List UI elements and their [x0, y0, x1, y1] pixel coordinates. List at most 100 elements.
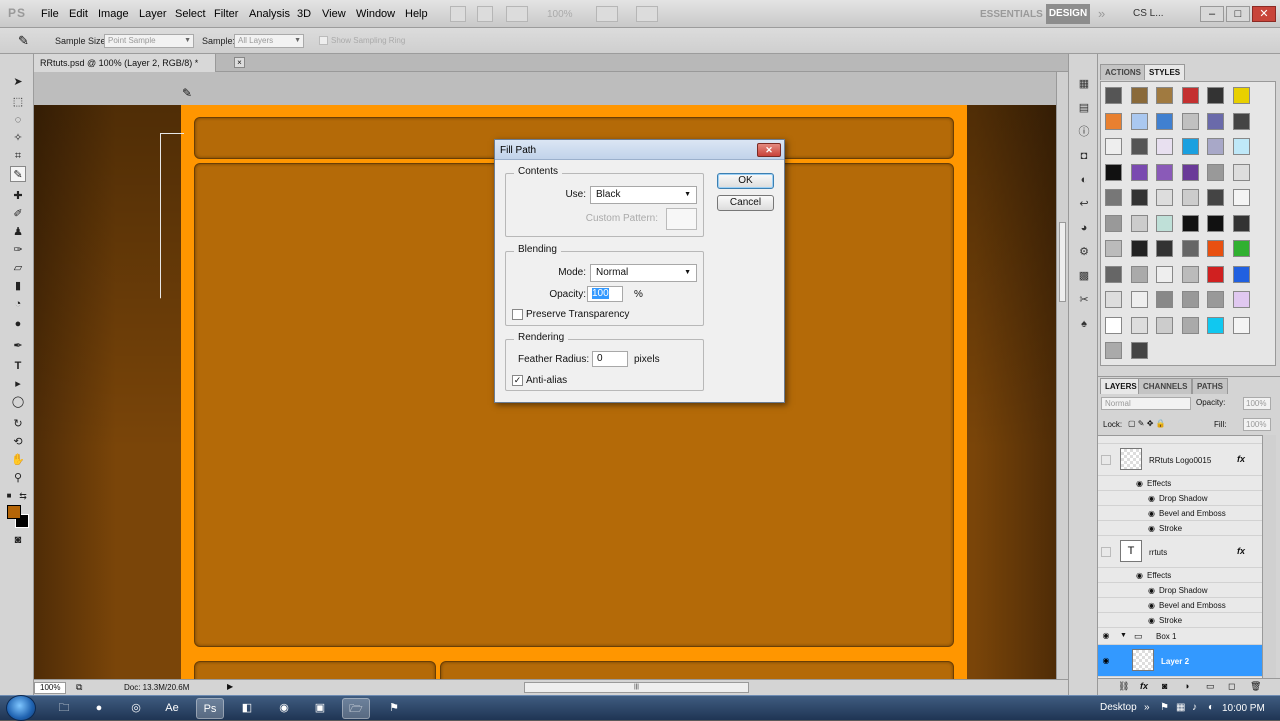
healing-brush-tool-icon[interactable]: ✚ — [10, 188, 26, 204]
delete-layer-icon[interactable]: 🗑 — [1250, 681, 1261, 692]
style-swatch[interactable] — [1130, 163, 1148, 181]
vertical-scroll-thumb[interactable] — [1059, 222, 1066, 302]
arrange-documents-icon[interactable] — [596, 6, 618, 22]
eye-icon[interactable]: ◉ — [1148, 509, 1155, 518]
desktop-toolbar-label[interactable]: Desktop — [1100, 702, 1137, 713]
style-swatch[interactable] — [1156, 265, 1173, 283]
visibility-toggle[interactable] — [1101, 547, 1111, 557]
style-swatch[interactable] — [1156, 214, 1173, 232]
add-style-icon[interactable]: fx — [1140, 681, 1148, 691]
start-button[interactable] — [6, 695, 36, 721]
style-swatch[interactable] — [1130, 87, 1148, 104]
tool-presets-icon[interactable]: ⚙ — [1076, 244, 1092, 260]
style-swatch[interactable] — [1232, 240, 1250, 257]
media-icon[interactable]: ◉ — [270, 698, 298, 719]
menu-image[interactable]: Image — [98, 8, 129, 20]
dodge-tool-icon[interactable]: ● — [10, 316, 26, 332]
foreground-color-swatch[interactable] — [7, 505, 21, 519]
dialog-titlebar[interactable]: Fill Path ✕ — [495, 140, 784, 160]
style-swatch[interactable] — [1130, 112, 1148, 130]
menu-edit[interactable]: Edit — [69, 8, 88, 20]
style-swatch[interactable] — [1105, 189, 1122, 206]
eyedropper-tool-icon[interactable]: ✎ — [10, 166, 26, 182]
style-swatch[interactable] — [1105, 87, 1122, 104]
swap-colors-icon[interactable]: ⇆ — [18, 488, 28, 504]
lock-icons[interactable]: ▢ ✎ ✥ 🔒 — [1128, 419, 1166, 428]
cancel-button[interactable]: Cancel — [717, 195, 774, 211]
style-swatch[interactable] — [1232, 112, 1250, 130]
style-swatch[interactable] — [1130, 265, 1148, 283]
effect-row[interactable]: ◉ Drop Shadow — [1098, 491, 1262, 506]
eye-icon[interactable]: ◉ — [1148, 524, 1155, 533]
tab-actions[interactable]: ACTIONS — [1100, 64, 1146, 80]
menu-help[interactable]: Help — [405, 8, 428, 20]
bridge-icon[interactable] — [450, 6, 466, 22]
use-select[interactable]: Black ▼ — [590, 186, 697, 204]
zoom-field[interactable]: 100% — [34, 682, 66, 694]
layers-scrollbar[interactable] — [1262, 435, 1276, 678]
style-swatch[interactable] — [1105, 138, 1122, 155]
style-swatch[interactable] — [1181, 316, 1199, 334]
color-icon[interactable]: ◕ — [1076, 220, 1092, 236]
style-swatch[interactable] — [1207, 316, 1224, 334]
new-group-icon[interactable]: ▭ — [1206, 681, 1215, 692]
effect-row[interactable]: ◉ Bevel and Emboss — [1098, 506, 1262, 521]
tray-app-icon[interactable]: ◐ — [1208, 702, 1214, 713]
browser-icon[interactable]: ◎ — [122, 698, 150, 719]
style-swatch[interactable] — [1105, 291, 1122, 308]
style-swatch[interactable] — [1105, 316, 1122, 334]
effect-row[interactable]: ◉ Bevel and Emboss — [1098, 598, 1262, 613]
style-swatch[interactable] — [1105, 240, 1122, 257]
sample-size-select[interactable]: Point Sample ▼ — [104, 34, 194, 48]
adjustments-icon[interactable]: ◘ — [1076, 148, 1092, 164]
style-swatch[interactable] — [1207, 138, 1224, 155]
style-swatch[interactable] — [1130, 240, 1148, 257]
anti-alias-checkbox[interactable]: ✓ — [512, 375, 523, 386]
hand-tool-icon[interactable]: ✋ — [10, 452, 26, 468]
photoshop-taskbar-icon[interactable]: Ps — [196, 698, 224, 719]
style-swatch[interactable] — [1207, 240, 1224, 257]
minimize-button[interactable]: – — [1200, 6, 1224, 22]
style-swatch[interactable] — [1232, 214, 1250, 232]
effect-row[interactable]: ◉ Stroke — [1098, 613, 1262, 628]
style-swatch[interactable] — [1232, 265, 1250, 283]
style-swatch[interactable] — [1156, 316, 1173, 334]
tray-network-icon[interactable]: ▦ — [1176, 702, 1185, 713]
path-selection-tool-icon[interactable]: ▸ — [10, 376, 26, 392]
visibility-toggle[interactable] — [1101, 455, 1111, 465]
clone-source-icon[interactable]: ✂ — [1076, 292, 1092, 308]
brush-tool-icon[interactable]: ✐ — [10, 206, 26, 222]
lasso-tool-icon[interactable]: ◌ — [10, 112, 26, 128]
explorer-icon[interactable]: 🗀 — [50, 698, 78, 719]
sample-select[interactable]: All Layers ▼ — [234, 34, 304, 48]
style-swatch[interactable] — [1156, 112, 1173, 130]
clone-stamp-tool-icon[interactable]: ♟ — [10, 224, 26, 240]
marquee-tool-icon[interactable]: ⬚ — [10, 94, 26, 110]
pen-tool-icon[interactable]: ✒ — [10, 338, 26, 354]
horizontal-scroll-thumb[interactable]: ||| — [524, 682, 749, 693]
layer-row[interactable]: T rrtuts fx — [1098, 536, 1262, 568]
style-swatch[interactable] — [1207, 163, 1224, 181]
style-swatch[interactable] — [1130, 189, 1148, 206]
menu-3d[interactable]: 3D — [297, 8, 311, 20]
eye-icon[interactable]: ◉ — [1136, 571, 1143, 580]
eyedropper-icon[interactable]: ✎ — [18, 33, 29, 49]
history-icon[interactable]: ↩ — [1076, 196, 1092, 212]
group-row[interactable]: ◉ ▼ ▭ Box 1 — [1098, 628, 1262, 645]
style-swatch[interactable] — [1207, 265, 1224, 283]
zoom-tool-icon[interactable]: ⚲ — [10, 470, 26, 486]
tray-flag-icon[interactable]: ⚑ — [1160, 702, 1169, 713]
style-swatch[interactable] — [1232, 189, 1250, 206]
dialog-close-button[interactable]: ✕ — [757, 143, 781, 157]
add-mask-icon[interactable]: ◙ — [1162, 681, 1167, 691]
move-tool-icon[interactable]: ➤ — [10, 74, 26, 90]
menu-layer[interactable]: Layer — [139, 8, 167, 20]
style-swatch[interactable] — [1207, 87, 1224, 104]
default-colors-icon[interactable]: ■ — [4, 488, 14, 504]
effect-row[interactable]: ◉ Stroke — [1098, 521, 1262, 536]
tab-channels[interactable]: CHANNELS — [1138, 378, 1193, 394]
style-swatch[interactable] — [1130, 214, 1148, 232]
style-swatch[interactable] — [1181, 214, 1199, 232]
tab-styles[interactable]: STYLES — [1144, 64, 1186, 80]
brush-presets-icon[interactable]: ♠ — [1076, 316, 1092, 332]
